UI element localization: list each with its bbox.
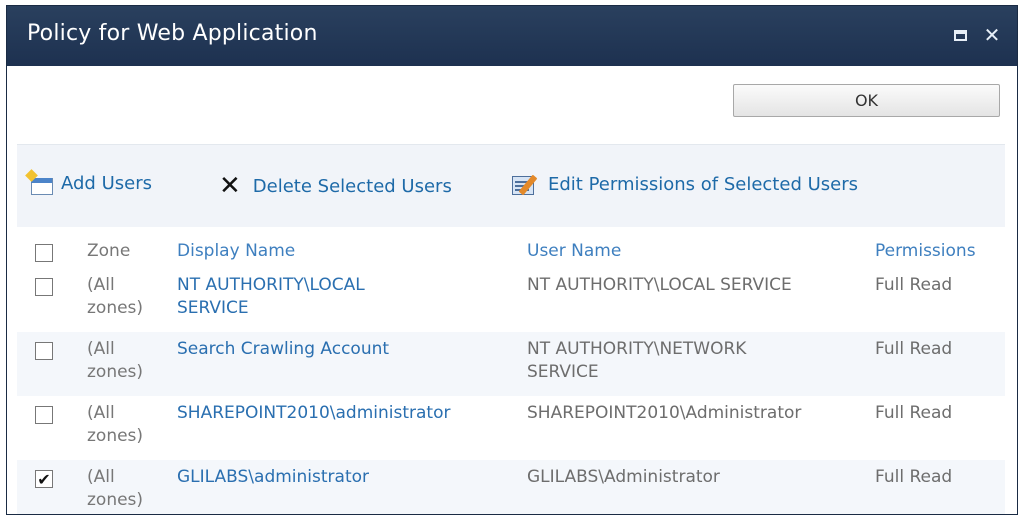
checkmark-icon: ✔	[37, 469, 51, 489]
add-users-button[interactable]: Add Users	[25, 168, 152, 195]
ok-button[interactable]: OK	[733, 84, 1000, 117]
user-name-cell: GLILABS\Administrator	[527, 467, 720, 487]
delete-selected-users-label: Delete Selected Users	[252, 175, 452, 197]
zone-cell: (All zones)	[87, 403, 144, 446]
table-header-row: Zone Display Name User Name Permissions	[17, 234, 1005, 270]
user-name-cell: SHAREPOINT2010\Administrator	[527, 403, 802, 423]
row-checkbox[interactable]	[35, 406, 53, 424]
permissions-cell: Full Read	[875, 403, 953, 423]
table-row: (All zones) SHAREPOINT2010\administrator …	[17, 396, 1005, 460]
dialog-title: Policy for Web Application	[27, 21, 318, 46]
user-name-cell: NT AUTHORITY\NETWORK SERVICE	[527, 339, 747, 382]
add-users-icon	[25, 168, 53, 195]
display-name-link[interactable]: SHAREPOINT2010\administrator	[177, 402, 517, 425]
edit-permissions-icon	[512, 173, 540, 196]
delete-x-icon: ✕	[219, 171, 241, 201]
maximize-button[interactable]	[949, 24, 971, 46]
row-checkbox[interactable]	[35, 278, 53, 296]
close-icon: ✕	[983, 23, 1001, 47]
display-name-link[interactable]: GLILABS\administrator	[177, 466, 517, 489]
table-row: (All zones) Search Crawling Account NT AU…	[17, 332, 1005, 396]
edit-permissions-label: Edit Permissions of Selected Users	[548, 173, 858, 195]
policy-toolbar: Add Users ✕ Delete Selected Users Edit P…	[17, 144, 1005, 227]
zone-cell: (All zones)	[87, 339, 144, 382]
table-row: ✔ (All zones) GLILABS\administrator GLILA…	[17, 460, 1005, 514]
select-all-checkbox[interactable]	[35, 244, 53, 262]
header-display-name[interactable]: Display Name	[177, 240, 517, 263]
header-zone[interactable]: Zone	[87, 240, 167, 263]
delete-selected-users-button[interactable]: ✕ Delete Selected Users	[219, 173, 452, 199]
display-name-link[interactable]: Search Crawling Account	[177, 338, 517, 361]
zone-cell: (All zones)	[87, 275, 144, 318]
user-name-cell: NT AUTHORITY\LOCAL SERVICE	[527, 275, 792, 295]
header-user-name[interactable]: User Name	[527, 240, 872, 263]
zone-cell: (All zones)	[87, 467, 144, 510]
row-checkbox-checked[interactable]: ✔	[35, 469, 53, 489]
edit-permissions-button[interactable]: Edit Permissions of Selected Users	[512, 173, 858, 196]
row-checkbox[interactable]	[35, 342, 53, 360]
dialog-titlebar: Policy for Web Application ✕	[7, 6, 1017, 66]
maximize-icon	[953, 29, 967, 41]
display-name-link[interactable]: NT AUTHORITY\LOCAL SERVICE	[177, 274, 517, 320]
add-users-label: Add Users	[61, 173, 152, 194]
permissions-cell: Full Read	[875, 339, 953, 359]
policy-dialog: Policy for Web Application ✕ OK Add User…	[6, 5, 1018, 515]
permissions-cell: Full Read	[875, 275, 953, 295]
header-permissions[interactable]: Permissions	[875, 240, 1010, 263]
table-row: (All zones) NT AUTHORITY\LOCAL SERVICE NT …	[17, 270, 1005, 332]
permissions-cell: Full Read	[875, 467, 953, 487]
close-button[interactable]: ✕	[981, 23, 1003, 47]
